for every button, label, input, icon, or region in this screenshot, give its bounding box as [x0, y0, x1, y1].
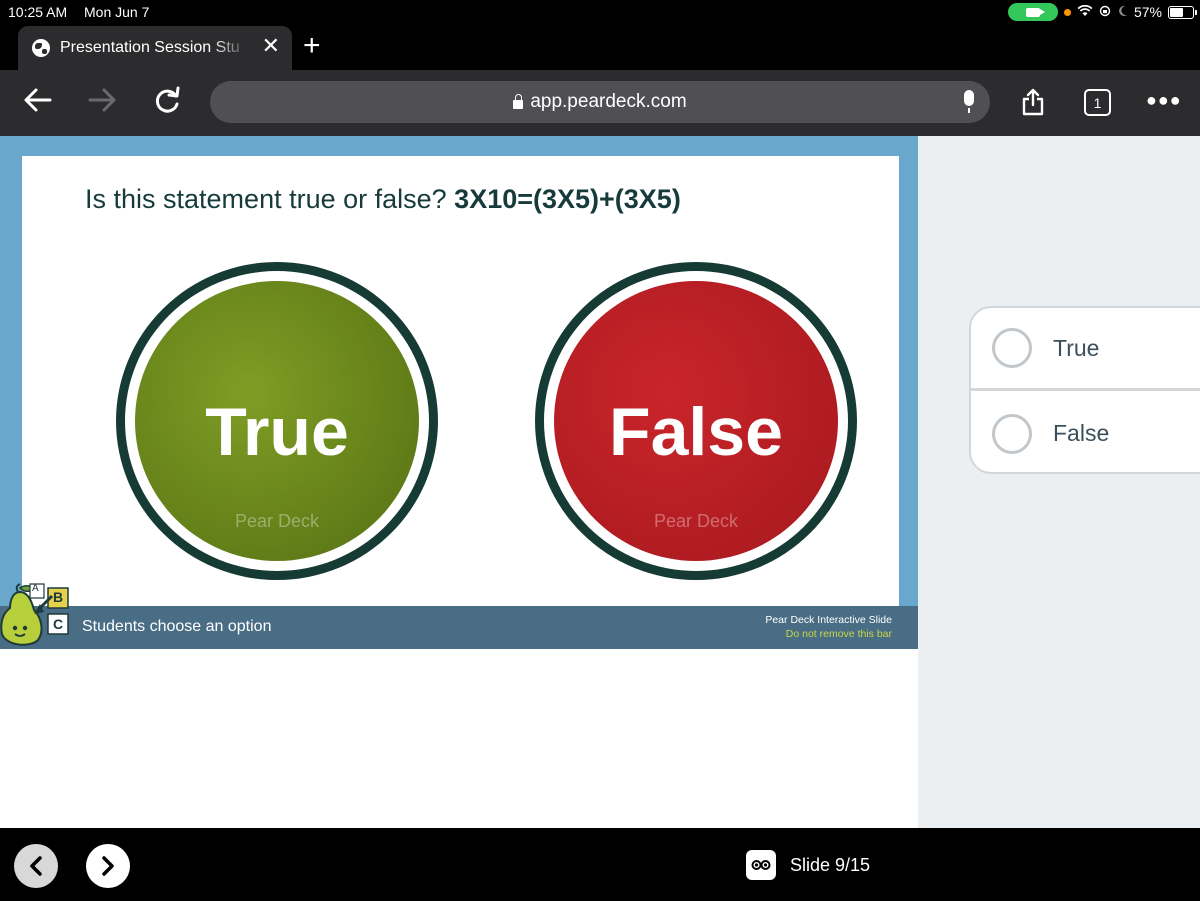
- answer-label: True: [1053, 334, 1100, 361]
- radio-button[interactable]: [992, 413, 1032, 454]
- moon-icon: [1117, 5, 1128, 20]
- slide: Is this statement true or false? 3X10=(3…: [22, 156, 899, 606]
- new-tab-button[interactable]: +: [303, 31, 321, 61]
- tab-bar: Presentation Session Stu ✕ +: [0, 24, 1200, 70]
- bottom-bar: Slide 9/15: [0, 828, 1200, 901]
- bar-warning-label: Do not remove this bar: [785, 628, 892, 640]
- microphone-icon[interactable]: [964, 90, 974, 113]
- more-options-icon[interactable]: ●●●: [1146, 90, 1182, 111]
- question-text: Is this statement true or false? 3X10=(3…: [85, 184, 681, 215]
- orientation-lock-icon: [1099, 5, 1111, 20]
- response-panel: True False: [918, 136, 1200, 828]
- bar-interactive-label: Pear Deck Interactive Slide: [765, 614, 892, 626]
- battery-percent: 57%: [1133, 4, 1162, 20]
- address-bar[interactable]: app.peardeck.com: [210, 81, 990, 123]
- tab-presentation-session[interactable]: Presentation Session Stu ✕: [18, 26, 292, 70]
- next-slide-button[interactable]: [86, 844, 130, 888]
- false-circle-label: False: [609, 394, 783, 470]
- answer-option-true[interactable]: True: [971, 308, 1200, 391]
- pear-deck-watermark: Pear Deck: [653, 511, 739, 531]
- battery-icon: [1168, 5, 1197, 19]
- bar-instruction: Students choose an option: [82, 618, 272, 635]
- status-time: 10:25 AM: [8, 4, 68, 20]
- logo-letter-a: A: [32, 583, 39, 594]
- wifi-icon: [1077, 4, 1093, 20]
- back-button[interactable]: [22, 84, 54, 124]
- slide-frame: Is this statement true or false? 3X10=(3…: [0, 136, 918, 649]
- radio-button[interactable]: [992, 328, 1032, 368]
- page-content: Is this statement true or false? 3X10=(3…: [0, 136, 1200, 828]
- close-tab-icon[interactable]: ✕: [262, 35, 280, 57]
- previous-slide-button[interactable]: [14, 844, 58, 888]
- answer-option-false[interactable]: False: [971, 392, 1200, 475]
- question-prefix: Is this statement true or false?: [85, 184, 455, 214]
- status-date: Mon Jun 7: [84, 4, 150, 20]
- false-circle: False Pear Deck: [535, 262, 857, 580]
- slide-counter: Slide 9/15: [790, 854, 871, 875]
- mic-indicator-icon: [1063, 8, 1071, 16]
- answer-label: False: [1053, 420, 1110, 446]
- status-icons: 57%: [1007, 2, 1197, 22]
- share-icon[interactable]: [1020, 88, 1046, 116]
- tab-title: Presentation Session Stu: [60, 39, 240, 56]
- pear-choice-logo-icon: A B C: [0, 582, 72, 650]
- question-equation: 3X10=(3X5)+(3X5): [454, 184, 681, 214]
- slide-indicator: Slide 9/15: [746, 850, 870, 880]
- forward-button[interactable]: [86, 84, 118, 124]
- true-circle-label: True: [205, 394, 349, 470]
- answer-choices: True False: [969, 306, 1200, 474]
- pear-deck-bar: Students choose an option Pear Deck Inte…: [0, 606, 918, 649]
- pear-deck-watermark: Pear Deck: [234, 511, 320, 531]
- logo-letter-b: B: [53, 589, 64, 605]
- tabs-overview-button[interactable]: 1: [1084, 89, 1111, 116]
- lock-icon: [513, 93, 524, 109]
- globe-icon: [32, 39, 50, 57]
- reload-button[interactable]: [152, 84, 182, 124]
- goggles-icon: [746, 850, 776, 880]
- navigation-bar: app.peardeck.com 1 ●●●: [0, 70, 1200, 136]
- true-circle: True Pear Deck: [116, 262, 438, 580]
- status-bar: 10:25 AM Mon Jun 7 57%: [0, 0, 1200, 24]
- url-text: app.peardeck.com: [530, 91, 687, 112]
- camera-in-use-icon: [1007, 3, 1058, 21]
- logo-letter-c: C: [53, 616, 64, 632]
